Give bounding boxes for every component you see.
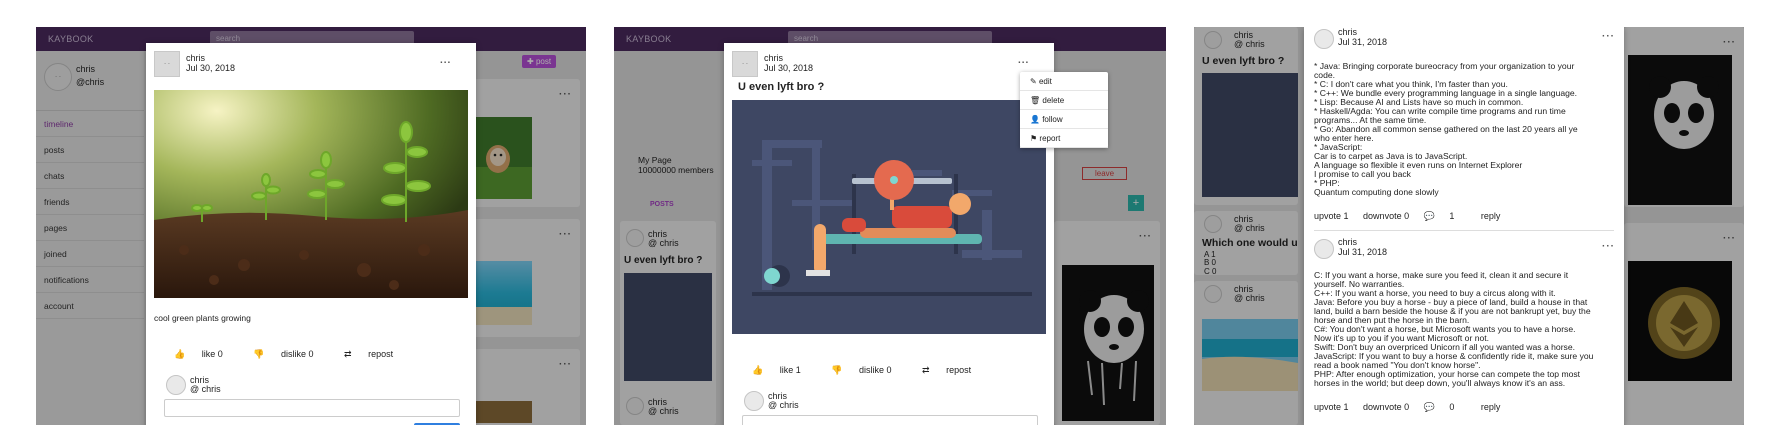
post-author[interactable]: chris	[186, 53, 205, 63]
downvote-button[interactable]: downvote 0	[1363, 402, 1409, 412]
menu-item-follow[interactable]: 👤 follow	[1020, 110, 1108, 129]
thumbs-down-icon: 👎	[831, 365, 843, 375]
speech-bubble-icon: 💬	[1423, 211, 1435, 221]
post-date: Jul 30, 2018	[186, 63, 236, 73]
post-author[interactable]: chris	[764, 53, 783, 63]
submit-comment-button[interactable]	[414, 423, 460, 425]
commenter-avatar	[744, 391, 764, 411]
comment-avatar	[1314, 29, 1334, 49]
screen-1: KAYBOOK search - - chris @chris timeline…	[36, 27, 586, 425]
thumbs-up-icon: 👍	[174, 349, 186, 359]
author-avatar: - -	[732, 51, 758, 77]
comment-input[interactable]	[164, 399, 460, 417]
repost-icon: ⇄	[922, 365, 930, 375]
replies-count[interactable]: 💬 1	[1424, 211, 1467, 221]
comment-actions: upvote 1 downvote 0 💬 0 reply	[1314, 402, 1512, 413]
menu-item-report[interactable]: ⚑ report	[1020, 129, 1108, 148]
post-actions: 👍 like 1 👎 dislike 0 ⇄ repost	[752, 365, 999, 376]
edit-icon: ✎	[1030, 77, 1037, 86]
replies-count[interactable]: 💬 0	[1424, 402, 1467, 412]
thumbs-up-icon: 👍	[752, 365, 764, 375]
comment-text: * Java: Bringing corporate bureocracy fr…	[1314, 61, 1578, 198]
author-avatar: - -	[154, 51, 180, 77]
screen-2: KAYBOOK search My Page 10000000 members …	[614, 27, 1166, 425]
thumbs-down-icon: 👎	[253, 349, 265, 359]
post-modal: - - chris Jul 30, 2018 ... cool green pl…	[146, 43, 476, 425]
comment-menu-icon[interactable]: ···	[1602, 31, 1615, 42]
divider	[1314, 230, 1614, 231]
comment-input[interactable]	[742, 415, 1038, 425]
flag-icon: ⚑	[1030, 134, 1038, 143]
upvote-button[interactable]: upvote 1	[1314, 402, 1349, 412]
dislike-button[interactable]: 👎 dislike 0	[831, 365, 905, 375]
commenter-avatar	[166, 375, 186, 395]
user-plus-icon: 👤	[1030, 115, 1040, 124]
upvote-button[interactable]: upvote 1	[1314, 211, 1349, 221]
downvote-button[interactable]: downvote 0	[1363, 211, 1409, 221]
speech-bubble-icon: 💬	[1423, 402, 1435, 412]
repost-button[interactable]: ⇄ repost	[344, 349, 407, 359]
comment-menu-icon[interactable]: ···	[1602, 241, 1615, 252]
comment-author[interactable]: chris	[1338, 237, 1357, 247]
screen-3: chris @ chris U even lyft bro ? chris @ …	[1194, 27, 1744, 425]
dislike-button[interactable]: 👎 dislike 0	[253, 349, 327, 359]
post-menu-icon[interactable]: ...	[1018, 55, 1029, 66]
menu-item-edit[interactable]: ✎ edit	[1020, 72, 1108, 91]
trash-icon: 🗑	[1030, 96, 1041, 105]
post-modal: - - chris Jul 30, 2018 ... U even lyft b…	[724, 43, 1054, 425]
comment-date: Jul 31, 2018	[1338, 247, 1388, 257]
like-button[interactable]: 👍 like 1	[752, 365, 815, 375]
repost-icon: ⇄	[344, 349, 352, 359]
post-actions: 👍 like 0 👎 dislike 0 ⇄ repost	[174, 349, 421, 360]
post-caption: cool green plants growing	[154, 313, 251, 323]
post-options-menu: ✎ edit 🗑 delete 👤 follow ⚑ report	[1020, 72, 1108, 148]
post-menu-icon[interactable]: ...	[440, 55, 451, 66]
comment-text: C: If you want a horse, make sure you fe…	[1314, 270, 1594, 389]
post-title: U even lyft bro ?	[738, 81, 825, 93]
like-button[interactable]: 👍 like 0	[174, 349, 237, 359]
comments-modal: chris Jul 31, 2018 ··· * Java: Bringing …	[1304, 27, 1624, 425]
comment-actions: upvote 1 downvote 0 💬 1 reply	[1314, 211, 1512, 222]
comment-date: Jul 31, 2018	[1338, 37, 1388, 47]
commenter-handle: @ chris	[768, 400, 799, 410]
plants-image	[154, 90, 468, 298]
repost-button[interactable]: ⇄ repost	[922, 365, 985, 375]
gym-image	[732, 100, 1046, 334]
comment-avatar	[1314, 239, 1334, 259]
reply-button[interactable]: reply	[1481, 402, 1501, 412]
commenter-handle: @ chris	[190, 384, 221, 394]
menu-item-delete[interactable]: 🗑 delete	[1020, 91, 1108, 110]
comment-author[interactable]: chris	[1338, 27, 1357, 37]
post-date: Jul 30, 2018	[764, 63, 814, 73]
reply-button[interactable]: reply	[1481, 211, 1501, 221]
